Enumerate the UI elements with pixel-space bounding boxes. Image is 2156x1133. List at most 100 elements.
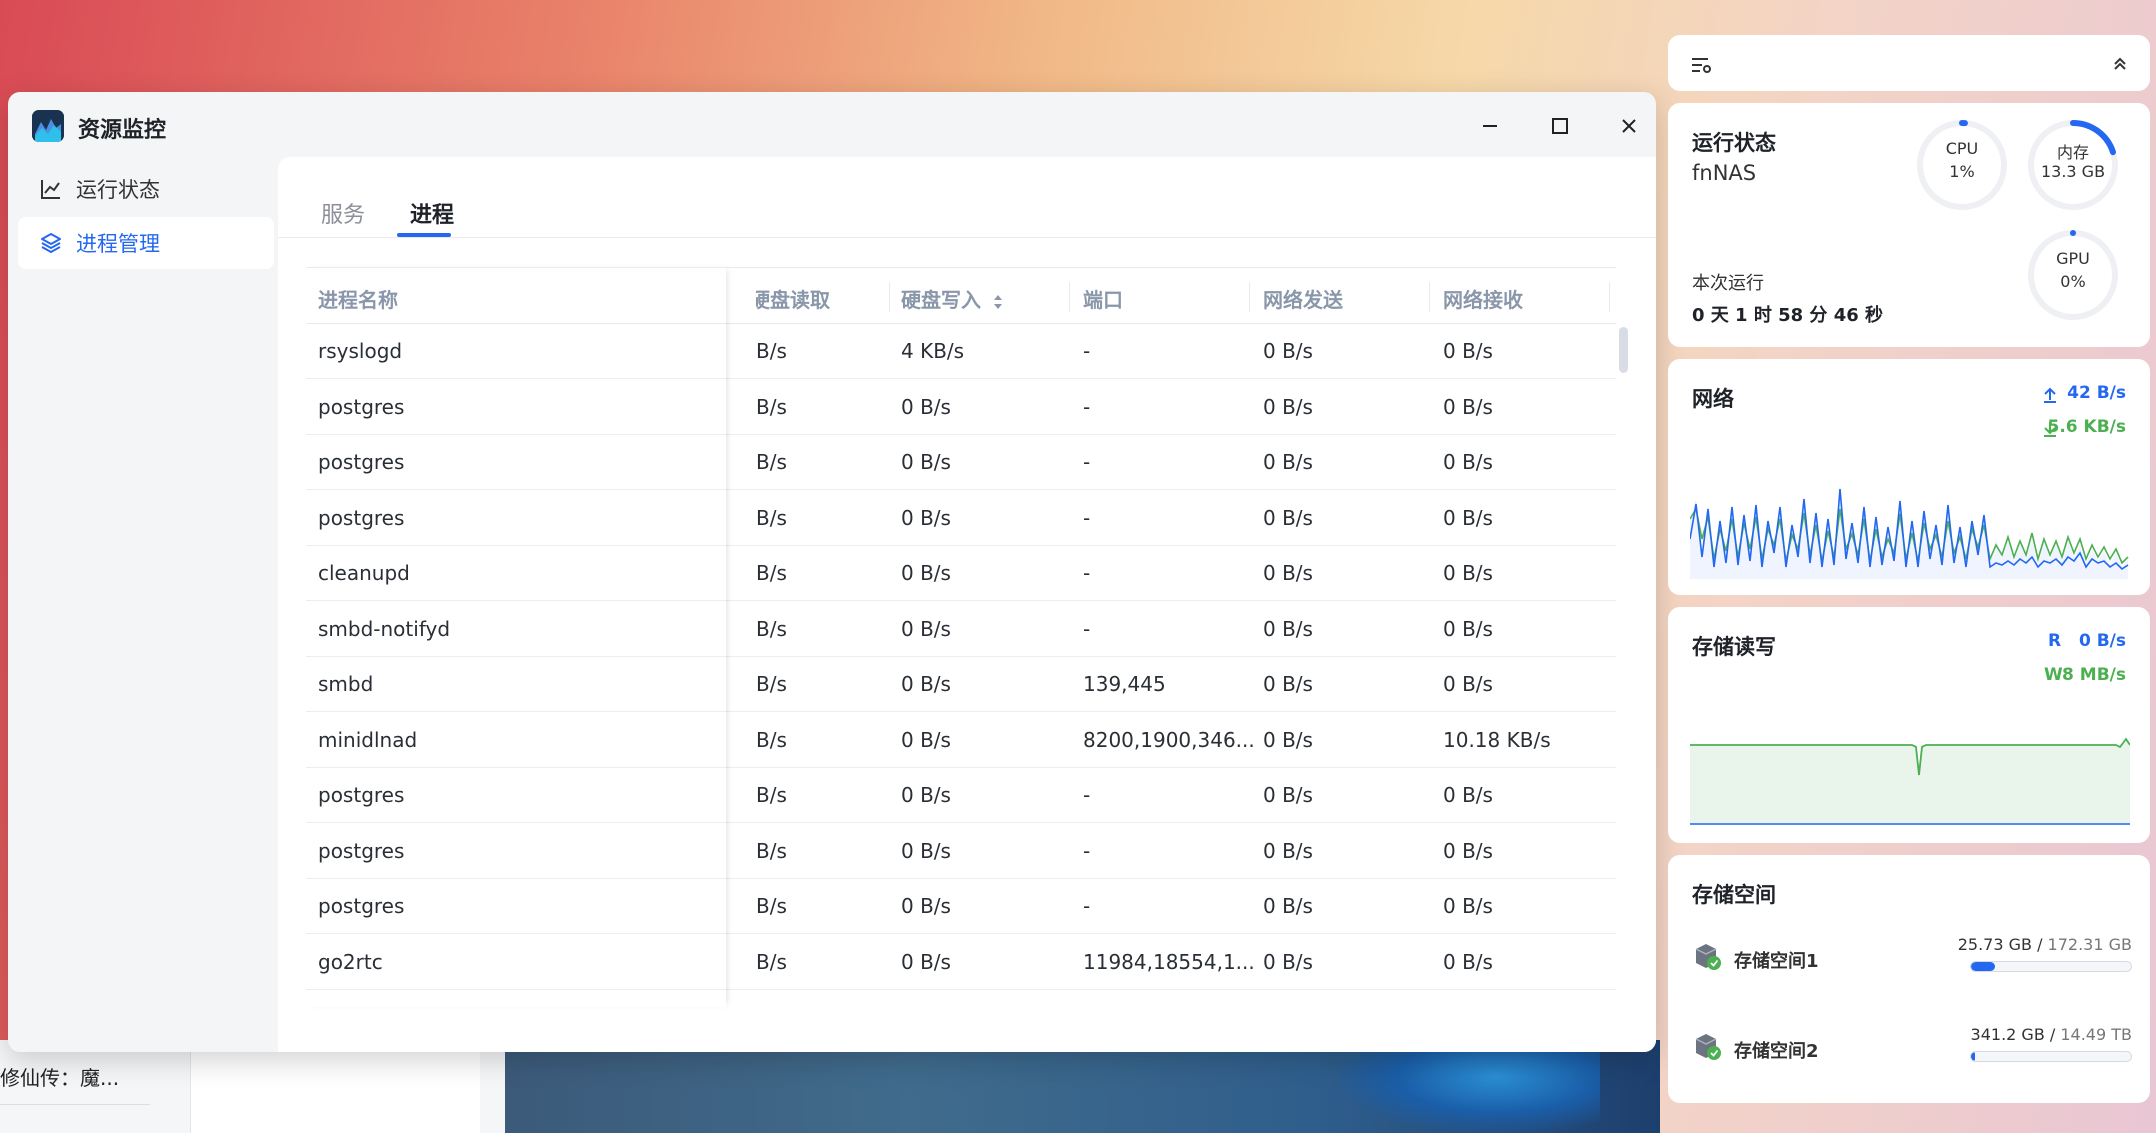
table-row-name[interactable]: postgres: [306, 768, 726, 823]
table-cell: B/s: [756, 783, 787, 807]
tab-processes[interactable]: 进程: [410, 197, 454, 229]
column-header-disk-read[interactable]: 硬盘读取: [756, 284, 830, 313]
sidebar-item-label: 进程管理: [76, 232, 160, 256]
read-rate: 0 B/s: [2078, 631, 2126, 651]
storage-usage-fill: [1971, 962, 1995, 971]
process-name: go2rtc: [318, 949, 383, 974]
maximize-button[interactable]: [1542, 108, 1578, 144]
storage-used: 25.73 GB: [1957, 935, 2032, 954]
table-row-name[interactable]: minidlnad: [306, 713, 726, 768]
table-cell: 0 B/s: [901, 783, 951, 807]
status-card[interactable]: 运行状态 fnNAS CPU 1% 内存 13.3 GB GPU 0% 本次运行…: [1668, 103, 2150, 347]
table-row-name[interactable]: smbd: [306, 657, 726, 712]
minimize-icon: [1483, 125, 1497, 127]
table-cell: 0 B/s: [1263, 838, 1313, 863]
table-cell: 0 B/s: [1263, 949, 1313, 974]
table-row-name[interactable]: postgres: [306, 824, 726, 879]
table-cell: 4 KB/s: [901, 339, 965, 363]
card-title: 网络: [1692, 387, 1734, 411]
storage-disk-icon: [1695, 944, 1721, 970]
table-cell: 0 B/s: [1443, 672, 1493, 696]
divider: [278, 237, 1656, 238]
table-row-name[interactable]: postgres: [306, 879, 726, 934]
maximize-icon: [1552, 118, 1568, 134]
process-name: smbd: [318, 672, 374, 696]
storage-space-card[interactable]: 存储空间 存储空间1 25.73 GB / 172.31 GB 存储空间2 34…: [1668, 855, 2150, 1103]
storage-usage-fill: [1971, 1052, 1975, 1061]
storage-pool-name: 存储空间2: [1734, 1041, 1819, 1062]
table-cell: 0 B/s: [1443, 505, 1493, 530]
table-cell: 0 B/s: [901, 616, 951, 641]
column-header-disk-write[interactable]: 硬盘写入: [901, 284, 1004, 313]
close-button[interactable]: [1611, 108, 1647, 144]
table-cell: -: [1083, 505, 1091, 530]
column-separator[interactable]: [1429, 282, 1430, 312]
process-name: postgres: [318, 505, 405, 530]
table-cell: B/s: [756, 450, 787, 474]
column-separator[interactable]: [889, 282, 890, 312]
table-cell: -: [1083, 783, 1091, 807]
column-header-process-name[interactable]: 进程名称: [318, 284, 398, 313]
background-window-pane: [190, 1040, 480, 1133]
storage-usage-bar: [1970, 1051, 2132, 1062]
storage-pool-item[interactable]: 存储空间2 341.2 GB / 14.49 TB: [1692, 1025, 2132, 1075]
column-header-net-send[interactable]: 网络发送: [1263, 284, 1343, 313]
minimize-button[interactable]: [1472, 108, 1508, 144]
network-card[interactable]: 网络 42 B/s 5.6 KB/s: [1668, 359, 2150, 595]
table-header: 进程名称: [306, 267, 726, 324]
title-bar[interactable]: 资源监控: [8, 92, 1656, 157]
table-row-name[interactable]: postgres: [306, 380, 726, 435]
background-list-item: 修仙传：魔...: [0, 1066, 120, 1090]
table-row-name[interactable]: postgres: [306, 491, 726, 546]
table-cell: -: [1083, 339, 1091, 363]
vertical-scrollbar[interactable]: [1619, 327, 1628, 373]
table-cell: B/s: [756, 505, 787, 530]
gauge-label: GPU: [2056, 249, 2090, 268]
gauge-value: 0%: [2060, 272, 2086, 291]
network-upload-rate: 42 B/s: [2067, 383, 2126, 403]
table-row-name[interactable]: smbd-notifyd: [306, 602, 726, 657]
network-download-rate: 5.6 KB/s: [2047, 417, 2127, 437]
app-icon: [32, 110, 64, 142]
table-cell: 0 B/s: [1263, 783, 1313, 807]
column-separator[interactable]: [1249, 282, 1250, 312]
table-cell: 0 B/s: [1443, 616, 1493, 641]
sidebar-item-status[interactable]: 运行状态: [18, 163, 274, 215]
table-cell: 0 B/s: [901, 561, 951, 585]
table-cell: B/s: [756, 838, 787, 863]
tab-services[interactable]: 服务: [321, 197, 365, 229]
read-label: R: [2048, 631, 2062, 651]
card-title: 存储空间: [1692, 883, 1776, 907]
column-separator[interactable]: [1609, 282, 1610, 312]
table-row-name[interactable]: rsyslogd: [306, 324, 726, 379]
column-header-net-recv[interactable]: 网络接收: [1443, 284, 1523, 313]
storage-pool-item[interactable]: 存储空间1 25.73 GB / 172.31 GB: [1692, 935, 2132, 985]
widget-panel: 运行状态 fnNAS CPU 1% 内存 13.3 GB GPU 0% 本次运行…: [1660, 27, 2156, 1133]
sidebar-item-process[interactable]: 进程管理: [18, 217, 274, 269]
table-cell: -: [1083, 838, 1091, 863]
write-rate: 8 MB/s: [2062, 665, 2126, 685]
column-header-label: 硬盘写入: [901, 288, 981, 312]
storage-pool-usage: 25.73 GB / 172.31 GB: [1957, 935, 2132, 954]
table-cell: 0 B/s: [1443, 783, 1493, 807]
table-row-name[interactable]: cleanupd: [306, 546, 726, 601]
collapse-icon[interactable]: [2110, 54, 2130, 74]
table-cell: B/s: [756, 672, 787, 696]
table-cell: 0 B/s: [1443, 450, 1493, 474]
table-cell: 0 B/s: [901, 672, 951, 696]
column-header-port[interactable]: 端口: [1083, 284, 1123, 313]
table-row-name[interactable]: postgres: [306, 435, 726, 490]
table-cell: 0 B/s: [901, 949, 951, 974]
column-separator[interactable]: [1069, 282, 1070, 312]
gauge-value: 13.3 GB: [2040, 162, 2106, 181]
widget-settings-icon[interactable]: [1690, 54, 1712, 76]
hostname: fnNAS: [1692, 161, 1757, 185]
storage-io-card[interactable]: 存储读写 R 0 B/s W 8 MB/s: [1668, 607, 2150, 843]
table-row-name[interactable]: go2rtc: [306, 935, 726, 990]
table-cell: -: [1083, 561, 1091, 585]
gauge-label: CPU: [1945, 139, 1979, 158]
process-name: smbd-notifyd: [318, 616, 451, 641]
table-cell: B/s: [756, 727, 787, 752]
storage-used: 341.2 GB: [1970, 1025, 2045, 1044]
table-cell: 0 B/s: [1263, 339, 1313, 363]
